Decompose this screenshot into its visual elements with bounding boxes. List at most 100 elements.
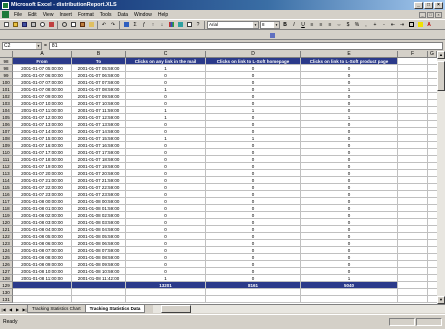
table-cell[interactable] [428,205,437,212]
from-cell[interactable]: 2001-01-07 22:00:00 [13,184,72,191]
table-cell[interactable] [398,212,428,219]
clicks-homepage-cell[interactable]: 0 [206,65,301,72]
clicks-homepage-cell[interactable]: 0 [206,205,301,212]
clicks-product-page-cell[interactable]: 0 [301,142,398,149]
clicks-homepage-cell[interactable]: 0 [206,156,301,163]
to-cell[interactable]: 2001-01-08 06:59:00 [72,240,126,247]
column-header-d[interactable]: D [206,51,301,58]
cut-icon[interactable] [60,21,68,29]
row-header[interactable]: 101 [0,86,13,93]
from-cell[interactable]: 2001-01-07 15:00:00 [13,135,72,142]
increase-decimal-icon[interactable]: + [371,21,379,29]
menu-view[interactable]: View [40,12,57,18]
row-header[interactable]: 127 [0,268,13,275]
column-title-cell[interactable]: Clicks on link to L-Soft homepage [206,58,301,65]
table-cell[interactable] [428,170,437,177]
row-header[interactable]: 112 [0,163,13,170]
clicks-product-page-cell[interactable]: 0 [301,177,398,184]
table-cell[interactable] [398,163,428,170]
row-header[interactable]: 131 [0,296,13,303]
formula-input[interactable]: 81 [48,41,443,50]
row-header[interactable]: 113 [0,170,13,177]
to-cell[interactable]: 2001-01-08 10:59:00 [72,268,126,275]
increase-indent-icon[interactable]: ⇥ [398,21,406,29]
clicks-homepage-cell[interactable]: 0 [206,170,301,177]
clicks-product-page-cell[interactable]: 0 [301,205,398,212]
table-cell[interactable] [428,247,437,254]
horizontal-scroll-thumb[interactable] [161,305,192,313]
clicks-any-link-cell[interactable]: 1 [126,275,206,282]
clicks-product-page-cell[interactable]: 0 [301,100,398,107]
table-cell[interactable] [398,100,428,107]
spelling-icon[interactable] [47,21,55,29]
clicks-product-page-cell[interactable]: 0 [301,72,398,79]
table-cell[interactable] [428,261,437,268]
italic-icon[interactable]: I [290,21,298,29]
table-cell[interactable] [13,289,72,296]
table-cell[interactable] [398,149,428,156]
clicks-product-page-cell[interactable]: 0 [301,191,398,198]
function-icon[interactable]: ƒ [140,21,148,29]
tab-tracking-statistics-chart[interactable]: Tracking Statistics Chart [27,305,86,313]
fill-color-icon[interactable] [416,21,424,29]
clicks-homepage-cell[interactable]: 0 [206,198,301,205]
table-cell[interactable] [428,268,437,275]
from-cell[interactable]: 2001-01-08 01:00:00 [13,205,72,212]
excel-app-icon[interactable] [2,1,9,9]
clicks-homepage-cell[interactable]: 0 [206,149,301,156]
select-all-corner[interactable] [0,51,13,58]
clicks-any-link-cell[interactable]: 0 [126,212,206,219]
clicks-product-page-cell[interactable]: 0 [301,107,398,114]
clicks-product-page-cell[interactable]: 0 [301,135,398,142]
from-cell[interactable]: 2001-01-07 19:00:00 [13,163,72,170]
to-cell[interactable]: 2001-01-08 01:59:00 [72,205,126,212]
clicks-any-link-cell[interactable]: 0 [126,100,206,107]
table-cell[interactable] [398,240,428,247]
clicks-homepage-cell[interactable]: 0 [206,240,301,247]
table-cell[interactable] [428,86,437,93]
to-cell[interactable]: 2001-01-08 07:59:00 [72,247,126,254]
minimize-button[interactable]: _ [414,1,423,9]
clicks-product-page-cell[interactable]: 0 [301,170,398,177]
table-cell[interactable] [398,170,428,177]
clicks-any-link-cell[interactable]: 0 [126,198,206,205]
clicks-any-link-cell[interactable]: 1 [126,65,206,72]
from-cell[interactable]: 2001-01-07 07:00:00 [13,79,72,86]
table-cell[interactable] [398,114,428,121]
doc-minimize-button[interactable]: _ [419,11,426,18]
row-header[interactable]: 106 [0,121,13,128]
formula-equals-label[interactable]: = [44,43,47,49]
from-cell[interactable]: 2001-01-08 04:00:00 [13,226,72,233]
row-header[interactable]: 110 [0,149,13,156]
to-cell[interactable]: 2001-01-08 00:59:00 [72,198,126,205]
table-cell[interactable] [126,289,206,296]
percent-icon[interactable]: % [353,21,361,29]
column-title-cell[interactable]: Clicks on link to L-Soft product page [301,58,398,65]
row-header[interactable]: 128 [0,275,13,282]
table-cell[interactable] [428,72,437,79]
table-cell[interactable] [398,233,428,240]
row-header[interactable]: 125 [0,254,13,261]
clicks-homepage-cell[interactable]: 0 [206,177,301,184]
name-box[interactable]: C2 ▼ [2,41,42,50]
copy-icon[interactable] [69,21,77,29]
clicks-homepage-cell[interactable]: 0 [206,233,301,240]
from-cell[interactable]: 2001-01-07 12:00:00 [13,114,72,121]
clicks-any-link-cell[interactable]: 1 [126,135,206,142]
row-header[interactable]: 117 [0,198,13,205]
clicks-product-page-cell[interactable]: 0 [301,184,398,191]
total-homepage-cell[interactable]: 8161 [206,282,301,289]
clicks-product-page-cell[interactable]: 0 [301,65,398,72]
font-name-select[interactable]: Arial ▼ [207,20,259,29]
font-size-select[interactable]: 8 ▼ [260,20,280,29]
clicks-any-link-cell[interactable]: 0 [126,156,206,163]
next-sheet-icon[interactable]: ▶ [14,306,21,313]
clicks-any-link-cell[interactable]: 0 [126,247,206,254]
clicks-product-page-cell[interactable]: 0 [301,268,398,275]
clicks-any-link-cell[interactable]: 0 [126,268,206,275]
row-header[interactable]: 116 [0,191,13,198]
to-cell[interactable]: 2001-01-07 11:59:00 [72,107,126,114]
table-cell[interactable] [398,79,428,86]
horizontal-scrollbar[interactable] [153,305,445,313]
clicks-product-page-cell[interactable]: 0 [301,79,398,86]
